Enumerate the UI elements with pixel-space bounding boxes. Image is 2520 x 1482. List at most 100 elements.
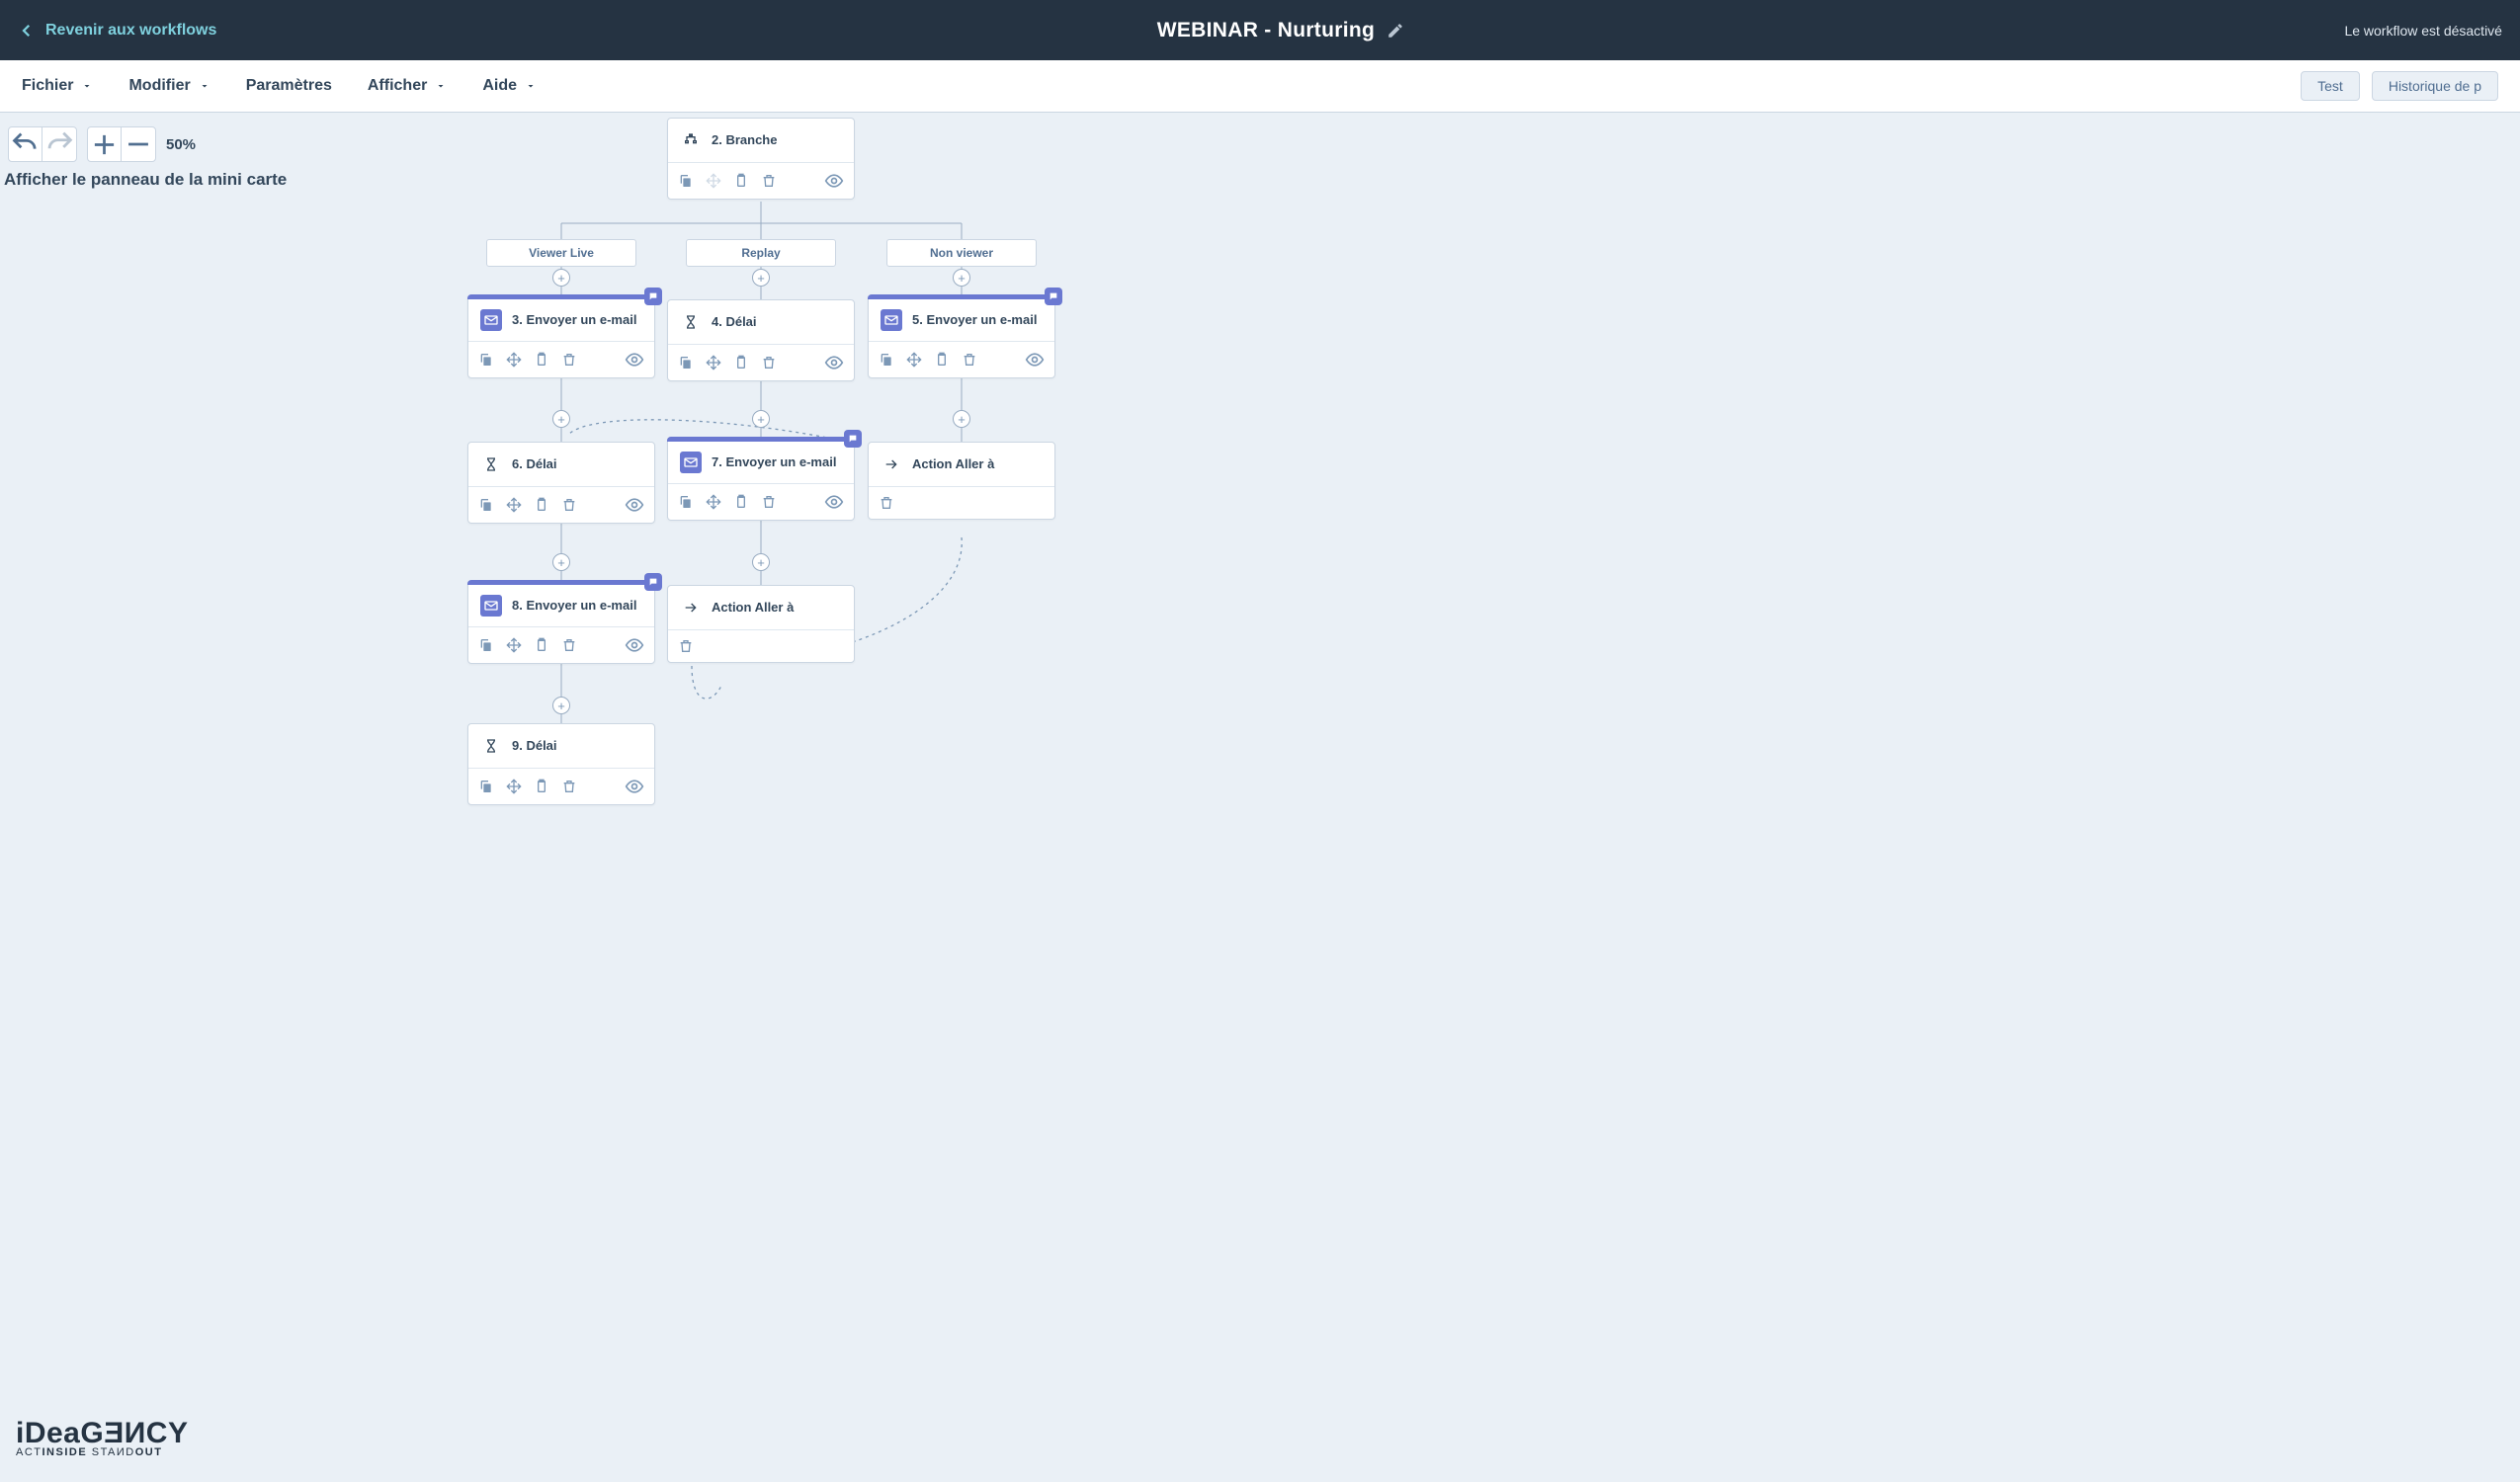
node-send-email-5[interactable]: 5. Envoyer un e-mail (868, 294, 1055, 378)
trash-icon[interactable] (962, 352, 977, 368)
node-branch[interactable]: 2. Branche (667, 118, 855, 200)
move-icon[interactable] (706, 355, 721, 370)
add-step-button[interactable]: + (552, 697, 570, 714)
menu-label: Fichier (22, 77, 73, 95)
caret-down-icon (199, 80, 210, 92)
caret-down-icon (435, 80, 447, 92)
trash-icon[interactable] (761, 355, 777, 370)
node-send-email-7[interactable]: 7. Envoyer un e-mail (667, 437, 855, 521)
move-icon[interactable] (706, 494, 721, 510)
add-step-button[interactable]: + (552, 269, 570, 287)
add-step-button[interactable]: + (752, 553, 770, 571)
eye-icon[interactable] (625, 777, 644, 796)
menu-afficher[interactable]: Afficher (368, 77, 447, 95)
add-step-button[interactable]: + (953, 269, 970, 287)
add-step-button[interactable]: + (752, 410, 770, 428)
menu-label: Afficher (368, 77, 427, 95)
clipboard-icon[interactable] (934, 352, 950, 368)
eye-icon[interactable] (625, 495, 644, 515)
trash-icon[interactable] (761, 173, 777, 189)
workflow-title-wrap: WEBINAR - Nurturing (1157, 19, 1404, 42)
trash-icon[interactable] (561, 352, 577, 368)
copy-icon[interactable] (678, 355, 694, 370)
zoom-in-button[interactable] (88, 127, 122, 161)
comment-icon[interactable] (1045, 288, 1062, 305)
branch-label-viewer-live[interactable]: Viewer Live (486, 239, 636, 267)
undo-button[interactable] (9, 127, 42, 161)
comment-icon[interactable] (644, 573, 662, 591)
node-title: 7. Envoyer un e-mail (712, 454, 836, 471)
add-step-button[interactable]: + (552, 553, 570, 571)
node-send-email-3[interactable]: 3. Envoyer un e-mail (467, 294, 655, 378)
clipboard-icon[interactable] (733, 355, 749, 370)
move-icon[interactable] (506, 352, 522, 368)
trash-icon[interactable] (678, 638, 694, 654)
node-send-email-8[interactable]: 8. Envoyer un e-mail (467, 580, 655, 664)
trash-icon[interactable] (561, 779, 577, 794)
copy-icon[interactable] (478, 637, 494, 653)
minimap-toggle[interactable]: Afficher le panneau de la mini carte (4, 170, 287, 190)
move-icon[interactable] (506, 637, 522, 653)
trash-icon[interactable] (561, 637, 577, 653)
copy-icon[interactable] (478, 352, 494, 368)
clipboard-icon[interactable] (534, 497, 549, 513)
trash-icon[interactable] (561, 497, 577, 513)
arrow-right-icon (680, 597, 702, 618)
zoom-group (87, 126, 156, 162)
clipboard-icon[interactable] (534, 637, 549, 653)
branch-label-non-viewer[interactable]: Non viewer (886, 239, 1037, 267)
clipboard-icon[interactable] (733, 173, 749, 189)
trash-icon[interactable] (761, 494, 777, 510)
hourglass-icon (680, 311, 702, 333)
node-actions (668, 162, 854, 199)
copy-icon[interactable] (678, 494, 694, 510)
node-title: 2. Branche (712, 132, 777, 149)
menu-aide[interactable]: Aide (482, 77, 537, 95)
branch-icon (680, 129, 702, 151)
branch-label-replay[interactable]: Replay (686, 239, 836, 267)
move-icon[interactable] (506, 497, 522, 513)
add-step-button[interactable]: + (953, 410, 970, 428)
comment-icon[interactable] (844, 430, 862, 448)
clipboard-icon[interactable] (534, 352, 549, 368)
workflow-graph: 2. Branche Viewer Live Replay Non viewer… (455, 113, 2520, 119)
zoom-out-button[interactable] (122, 127, 155, 161)
node-delay-9[interactable]: 9. Délai (467, 723, 655, 805)
trash-icon[interactable] (879, 495, 894, 511)
node-title: 3. Envoyer un e-mail (512, 312, 636, 329)
back-link[interactable]: Revenir aux workflows (18, 22, 216, 40)
menu-fichier[interactable]: Fichier (22, 77, 93, 95)
zoom-level: 50% (166, 136, 196, 153)
menu-label: Paramètres (246, 77, 332, 95)
move-icon[interactable] (906, 352, 922, 368)
menu-modifier[interactable]: Modifier (128, 77, 210, 95)
clipboard-icon[interactable] (733, 494, 749, 510)
clipboard-icon[interactable] (534, 779, 549, 794)
move-icon[interactable] (506, 779, 522, 794)
history-button[interactable]: Historique de p (2372, 71, 2498, 101)
menu-parametres[interactable]: Paramètres (246, 77, 332, 95)
canvas-toolbar: 50% (8, 126, 196, 162)
test-button[interactable]: Test (2301, 71, 2360, 101)
logo-line2: ACTINSIDE STAИDOUT (16, 1446, 188, 1458)
add-step-button[interactable]: + (552, 410, 570, 428)
node-delay-6[interactable]: 6. Délai (467, 442, 655, 524)
node-delay-4[interactable]: 4. Délai (667, 299, 855, 381)
canvas[interactable]: 50% Afficher le panneau de la mini carte… (0, 113, 2520, 1482)
eye-icon[interactable] (824, 171, 844, 191)
copy-icon[interactable] (478, 779, 494, 794)
add-step-button[interactable]: + (752, 269, 770, 287)
copy-icon[interactable] (678, 173, 694, 189)
copy-icon[interactable] (879, 352, 894, 368)
eye-icon[interactable] (824, 353, 844, 372)
eye-icon[interactable] (824, 492, 844, 512)
pencil-icon[interactable] (1386, 22, 1404, 40)
mail-icon (680, 452, 702, 473)
node-goto-a[interactable]: Action Aller à (868, 442, 1055, 520)
eye-icon[interactable] (625, 635, 644, 655)
node-goto-b[interactable]: Action Aller à (667, 585, 855, 663)
eye-icon[interactable] (625, 350, 644, 370)
comment-icon[interactable] (644, 288, 662, 305)
eye-icon[interactable] (1025, 350, 1045, 370)
copy-icon[interactable] (478, 497, 494, 513)
